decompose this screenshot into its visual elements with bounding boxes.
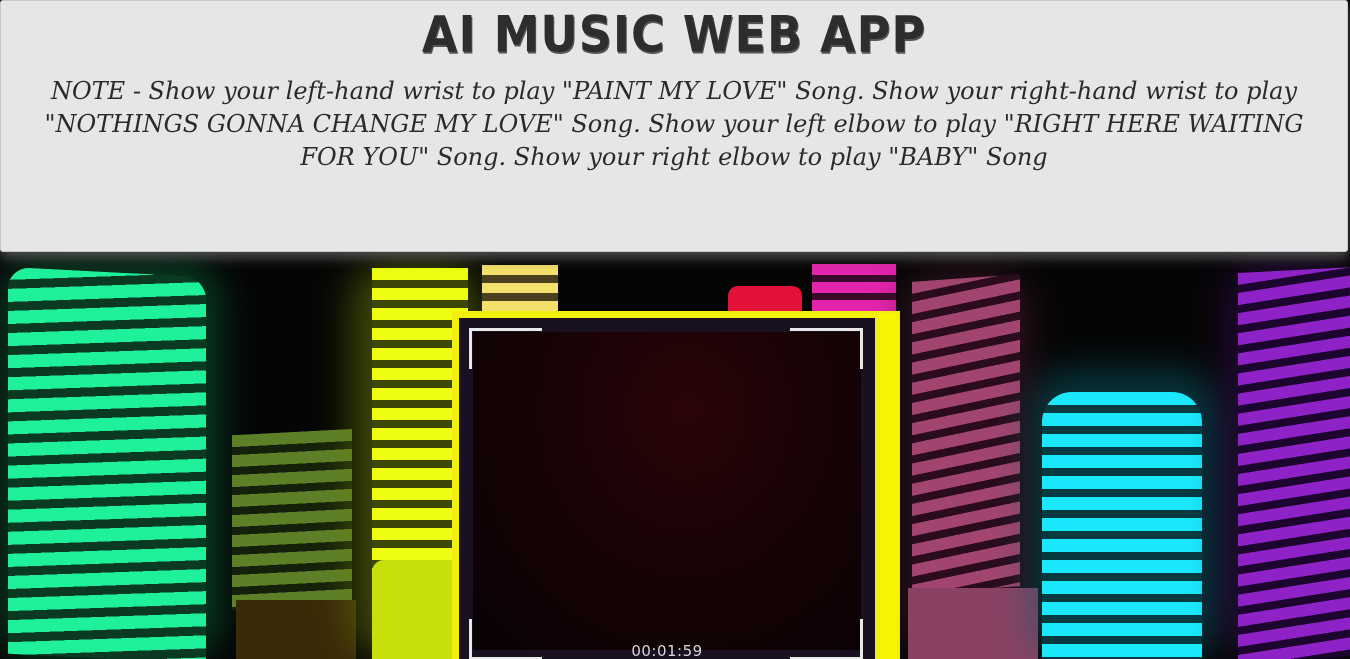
eq-bar-pale-yellow <box>482 265 558 313</box>
viewfinder-corner-top-left <box>469 328 542 369</box>
app-title: AI MUSIC WEB APP <box>421 4 927 64</box>
header-panel: AI MUSIC WEB APP NOTE - Show your left-h… <box>0 0 1348 252</box>
webcam-video: 00:01:59 <box>459 318 875 659</box>
eq-bar-olive-base <box>236 600 356 659</box>
webcam-feed <box>473 332 861 650</box>
instructions-note: NOTE - Show your left-hand wrist to play… <box>44 77 1304 171</box>
canvas-edge <box>879 314 897 659</box>
eq-bar-magenta <box>812 264 896 314</box>
viewfinder-corner-top-right <box>790 328 863 369</box>
camera-canvas[interactable]: 00:01:59 <box>452 311 900 659</box>
eq-bar-green <box>8 266 206 659</box>
eq-bar-mauve-base <box>908 588 1038 659</box>
eq-bar-cyan <box>1042 392 1202 659</box>
eq-bar-olive <box>232 428 352 611</box>
app-viewport: AI MUSIC WEB APP NOTE - Show your left-h… <box>0 0 1350 659</box>
eq-bar-purple <box>1238 267 1350 659</box>
eq-bar-red <box>728 286 802 314</box>
eq-bar-mauve <box>912 274 1020 594</box>
recording-timestamp: 00:01:59 <box>631 642 703 659</box>
